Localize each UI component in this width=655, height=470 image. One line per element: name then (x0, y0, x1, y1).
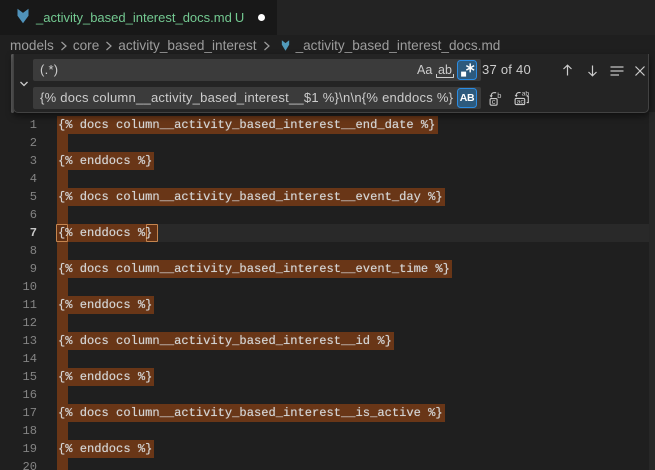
svg-text:b: b (497, 91, 501, 100)
svg-text:c: c (492, 97, 496, 106)
svg-text:ac: ac (517, 99, 525, 106)
